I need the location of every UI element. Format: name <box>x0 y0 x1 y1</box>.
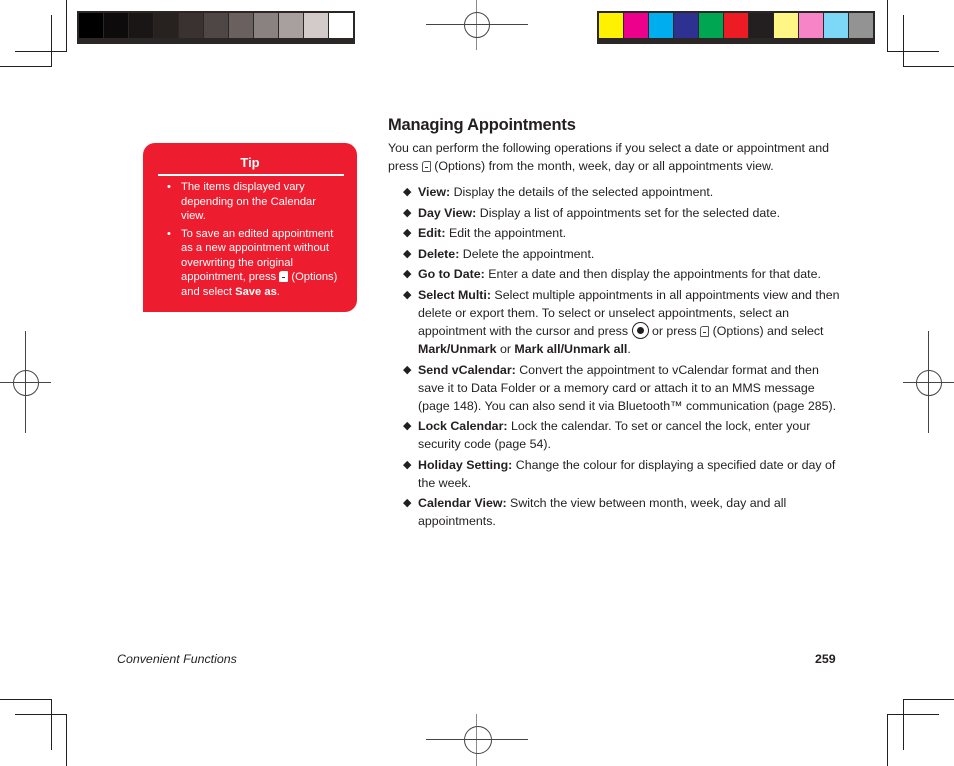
color-swatch <box>204 13 228 38</box>
color-swatch <box>774 13 798 38</box>
registration-target-top <box>426 0 528 50</box>
crop-mark <box>903 699 904 750</box>
diamond-bullet-icon: ◆ <box>403 268 412 281</box>
crop-mark <box>0 66 52 67</box>
crop-mark <box>887 714 939 715</box>
color-swatch <box>279 13 303 38</box>
soft-key-icon <box>700 325 710 337</box>
color-swatch <box>799 13 823 38</box>
crop-mark <box>15 714 67 715</box>
section-intro: You can perform the following operations… <box>388 141 830 173</box>
color-swatch <box>699 13 723 38</box>
crop-mark <box>66 0 67 51</box>
color-bar <box>597 11 875 44</box>
crop-mark <box>887 714 888 766</box>
operation-item: ◆ Select Multi: Select multiple appointme… <box>403 287 840 356</box>
color-swatch <box>329 13 353 38</box>
bullet-icon: • <box>167 227 171 240</box>
operation-item: ◆ Delete: Delete the appointment. <box>403 246 595 261</box>
color-swatch <box>674 13 698 38</box>
operation-item: ◆ Edit: Edit the appointment. <box>403 226 567 241</box>
soft-key-icon <box>279 271 289 282</box>
crop-mark <box>66 714 67 766</box>
operation-item: ◆ Calendar View: Switch the view between … <box>403 496 787 529</box>
crop-mark <box>887 0 888 51</box>
operation-item: ◆ Lock Calendar: Lock the calendar. To se… <box>403 419 811 452</box>
tip-list: • The items displayed vary depending on … <box>165 180 341 302</box>
registration-target-right <box>903 331 954 433</box>
color-swatch <box>154 13 178 38</box>
tip-title: Tip <box>240 155 260 170</box>
crop-mark <box>903 15 904 66</box>
operation-item: ◆ Holiday Setting: Change the colour for … <box>403 457 836 490</box>
crop-mark <box>903 66 954 67</box>
diamond-bullet-icon: ◆ <box>403 363 412 376</box>
color-swatch <box>104 13 128 38</box>
color-swatch <box>304 13 328 38</box>
footer-section-name: Convenient Functions <box>117 652 237 666</box>
color-swatch <box>624 13 648 38</box>
color-swatch <box>724 13 748 38</box>
crop-mark <box>887 51 939 52</box>
color-swatch <box>749 13 773 38</box>
crop-mark <box>51 699 52 750</box>
operation-item: ◆ View: Display the details of the select… <box>403 185 714 199</box>
grayscale-bar <box>77 11 355 44</box>
soft-key-icon <box>421 161 431 172</box>
tip-divider <box>158 174 344 176</box>
operation-item: ◆ Send vCalendar: Convert the appointment… <box>403 362 837 413</box>
color-swatch <box>79 13 103 38</box>
color-swatch <box>254 13 278 38</box>
color-swatch <box>179 13 203 38</box>
diamond-bullet-icon: ◆ <box>403 288 412 301</box>
color-swatch <box>229 13 253 38</box>
diamond-bullet-icon: ◆ <box>403 227 412 240</box>
color-swatch <box>649 13 673 38</box>
registration-target-bottom <box>426 714 528 766</box>
center-key-icon <box>631 321 649 339</box>
tip-item: • The items displayed vary depending on … <box>167 181 316 222</box>
tip-box: Tip • The items displayed vary depending… <box>143 143 357 312</box>
color-swatch <box>849 13 873 38</box>
diamond-bullet-icon: ◆ <box>403 247 412 260</box>
color-swatch <box>599 13 623 38</box>
registration-target-left <box>0 331 51 433</box>
diamond-bullet-icon: ◆ <box>403 186 412 198</box>
operation-item: ◆ Go to Date: Enter a date and then displ… <box>403 267 821 282</box>
color-swatch <box>824 13 848 38</box>
page-number: 259 <box>815 652 836 666</box>
tip-item: • To save an edited appointment as a new… <box>167 227 338 298</box>
section-title: Managing Appointments <box>388 116 576 134</box>
operation-item: ◆ Day View: Display a list of appointment… <box>403 205 781 220</box>
diamond-bullet-icon: ◆ <box>403 206 412 219</box>
bullet-icon: • <box>167 181 171 193</box>
crop-mark <box>15 51 67 52</box>
crop-mark <box>0 699 51 700</box>
crop-mark <box>51 15 52 66</box>
diamond-bullet-icon: ◆ <box>403 497 412 510</box>
operations-list: ◆ View: Display the details of the select… <box>403 183 843 533</box>
color-swatch <box>129 13 153 38</box>
diamond-bullet-icon: ◆ <box>403 420 412 433</box>
crop-mark <box>903 699 954 700</box>
diamond-bullet-icon: ◆ <box>403 458 412 471</box>
